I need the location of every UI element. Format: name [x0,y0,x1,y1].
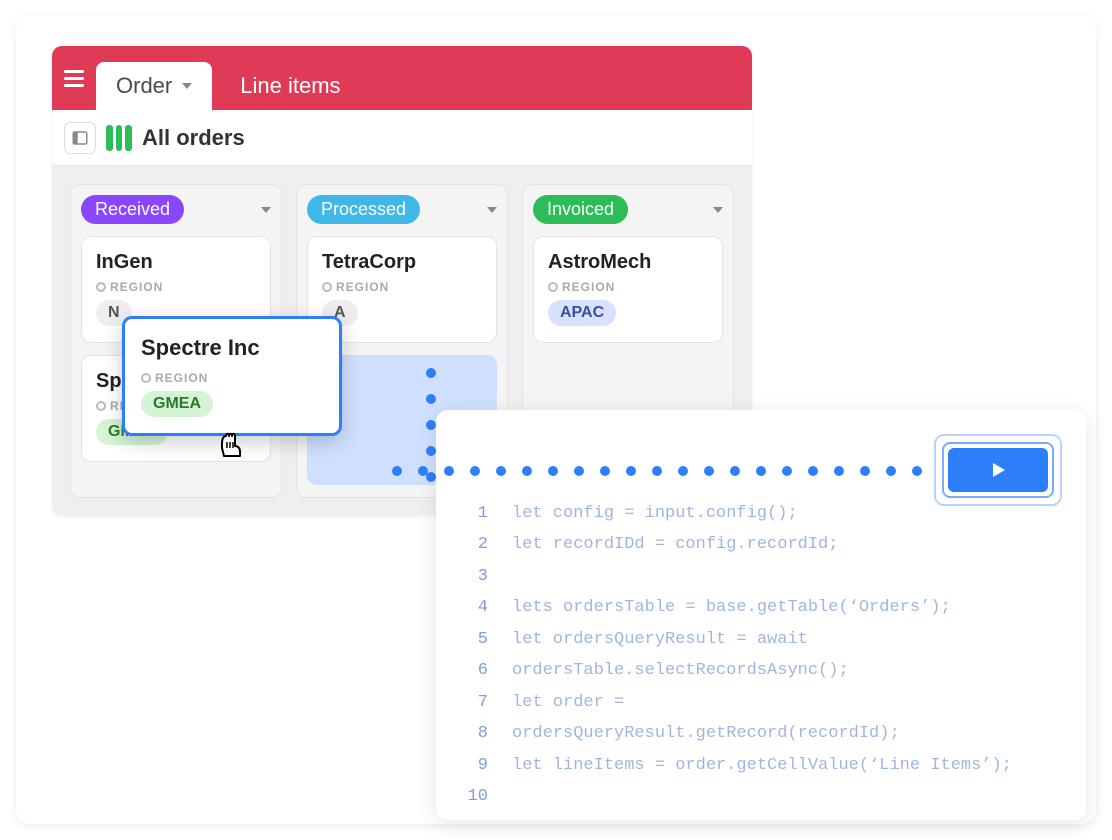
field-label: REGION [96,280,256,294]
region-tag: APAC [548,300,616,326]
tab-strip: Order Line items [52,46,752,110]
field-icon [96,282,106,292]
run-button-focus-ring [934,434,1062,506]
play-icon [988,460,1008,480]
card-astromech[interactable]: AstroMech REGION APAC [533,236,723,343]
region-tag: GMEA [141,391,213,417]
card-title: TetraCorp [322,251,482,274]
code-line: 8ordersQueryResult.getRecord(recordId); [458,718,1064,749]
view-bar: All orders [52,110,752,166]
panel-icon [71,129,89,147]
tab-label: Line items [240,73,340,99]
connector-dots [392,466,922,476]
field-icon [322,282,332,292]
field-label: REGION [141,371,323,385]
field-label: REGION [322,280,482,294]
field-icon [548,282,558,292]
field-icon [141,373,151,383]
column-header: Invoiced [533,195,628,224]
code-line: 10 [458,781,1064,812]
connector-dots [426,368,436,482]
grab-cursor-icon [214,426,250,462]
kanban-icon [106,125,132,151]
tab-order[interactable]: Order [96,62,212,110]
menu-icon[interactable] [60,64,88,92]
code-editor[interactable]: 1let config = input.config();2let record… [458,498,1064,812]
tab-label: Order [116,73,172,99]
code-line: 4lets ordersTable = base.getTable(‘Order… [458,592,1064,623]
tab-line-items[interactable]: Line items [220,62,360,110]
code-line: 9let lineItems = order.getCellValue(‘Lin… [458,750,1064,781]
run-button[interactable] [948,448,1048,492]
sidebar-toggle-button[interactable] [64,122,96,154]
card-title: InGen [96,251,256,274]
dragged-card[interactable]: Spectre Inc REGION GMEA [122,316,342,436]
field-label: REGION [548,280,708,294]
field-icon [96,401,106,411]
chevron-down-icon[interactable] [261,207,271,213]
card-title: Spectre Inc [141,335,323,361]
column-header: Received [81,195,184,224]
card-title: AstroMech [548,251,708,274]
chevron-down-icon[interactable] [487,207,497,213]
code-line: 7let order = [458,687,1064,718]
column-header: Processed [307,195,420,224]
code-line: 6ordersTable.selectRecordsAsync(); [458,655,1064,686]
view-title: All orders [142,125,245,151]
code-line: 5let ordersQueryResult = await [458,624,1064,655]
code-line: 2let recordIDd = config.recordId; [458,529,1064,560]
chevron-down-icon [182,83,192,89]
chevron-down-icon[interactable] [713,207,723,213]
code-line: 3 [458,561,1064,592]
